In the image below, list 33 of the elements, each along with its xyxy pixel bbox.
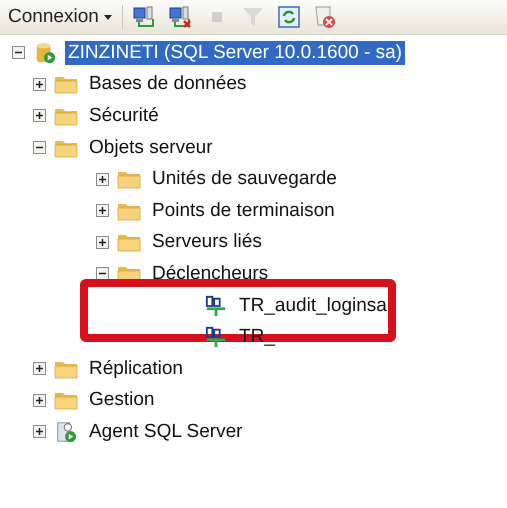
trigger-icon — [204, 326, 228, 348]
connect-button[interactable]: Connexion — [8, 6, 112, 28]
filter-icon — [240, 5, 265, 29]
collapse-icon[interactable] — [96, 267, 109, 280]
tree-item[interactable]: Sécurité — [86, 104, 162, 128]
collapse-icon[interactable] — [12, 46, 25, 60]
expand-icon[interactable] — [33, 109, 46, 122]
computer-icon — [168, 5, 193, 29]
tree-item[interactable]: Unités de sauvegarde — [149, 167, 340, 192]
tree-item[interactable]: ZINZINETI (SQL Server 10.0.1600 - sa) — [65, 40, 406, 65]
expand-icon[interactable] — [96, 204, 109, 218]
expand-icon[interactable] — [33, 362, 46, 376]
tree-item[interactable]: Serveurs liés — [149, 230, 265, 254]
expand-icon[interactable] — [96, 172, 109, 186]
tree-item[interactable]: Déclencheurs — [149, 262, 272, 286]
tree-item[interactable]: Réplication — [86, 356, 186, 381]
tree-item[interactable]: Objets serveur — [86, 136, 216, 160]
collapse-icon[interactable] — [33, 141, 46, 154]
caret-icon — [104, 14, 112, 20]
computer-icon — [132, 5, 157, 29]
expand-icon[interactable] — [33, 78, 46, 91]
trigger-icon — [204, 294, 228, 317]
refresh-icon — [276, 5, 301, 29]
expand-icon[interactable] — [33, 425, 46, 438]
toolbar-button[interactable] — [276, 4, 303, 30]
tree-item[interactable]: Agent SQL Server — [86, 420, 246, 444]
tree-item[interactable]: Points de terminaison — [149, 198, 338, 223]
scroll-icon — [312, 5, 337, 29]
expand-icon[interactable] — [96, 236, 109, 249]
tree-item[interactable]: Gestion — [86, 388, 158, 412]
tree-item[interactable]: Bases de données — [86, 72, 250, 96]
expand-icon[interactable] — [33, 394, 46, 407]
tree-item[interactable]: TR_audit_loginsa — [236, 294, 390, 318]
